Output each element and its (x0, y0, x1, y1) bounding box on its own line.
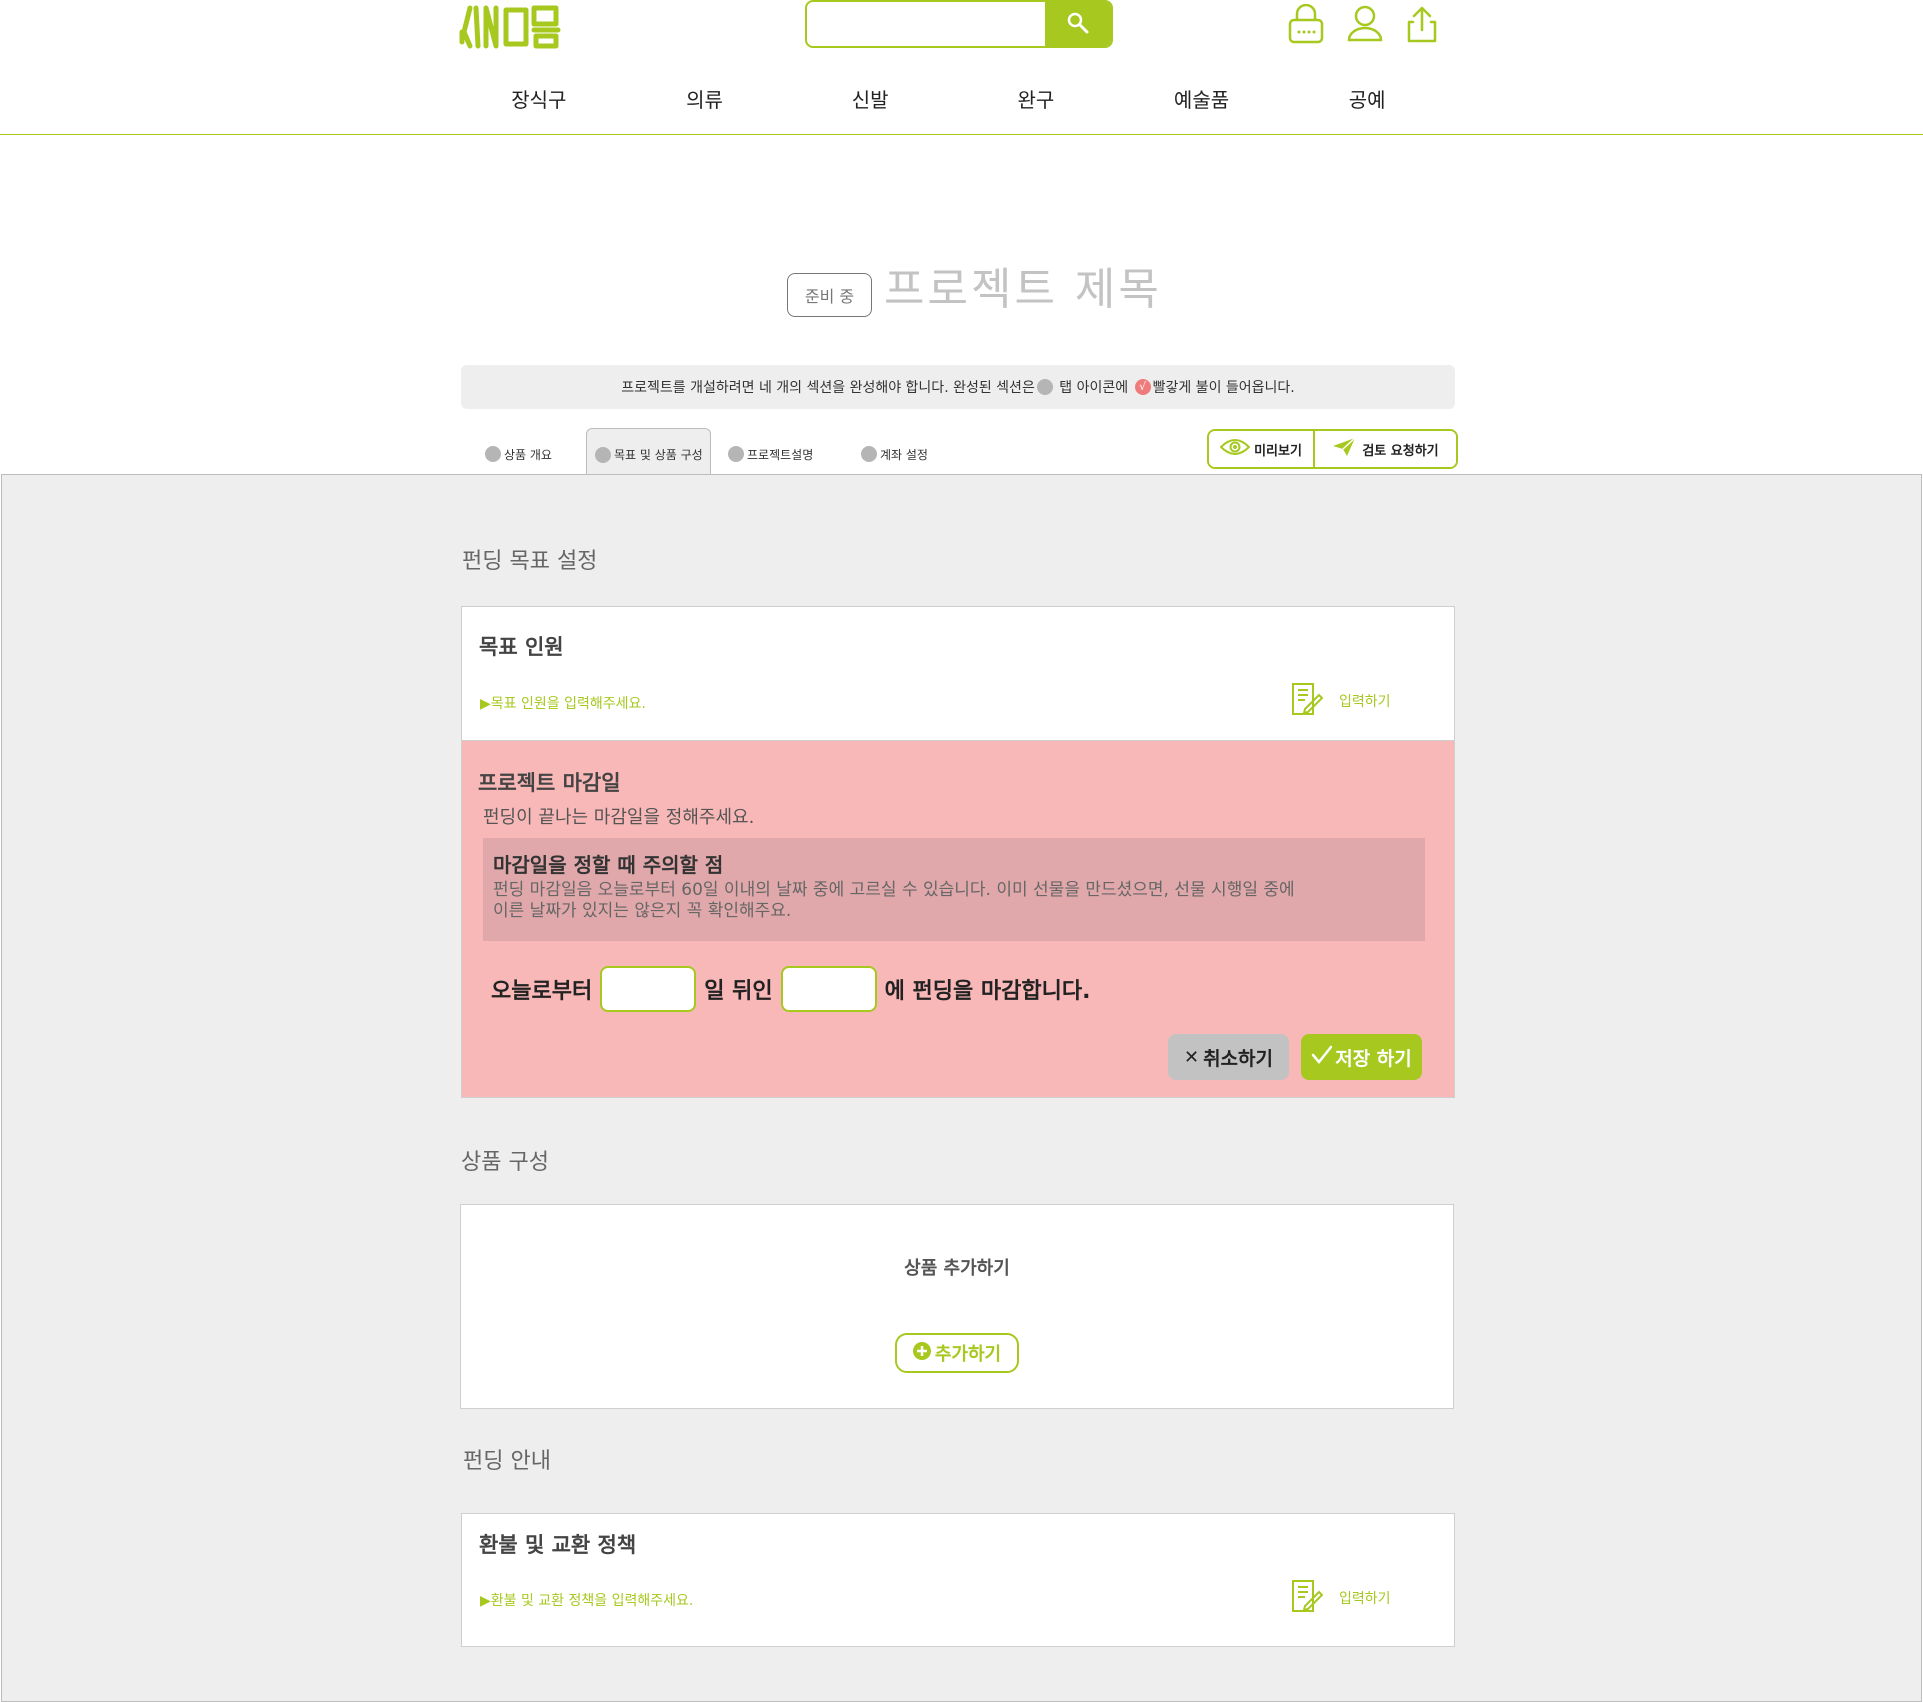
tab-label: 목표 및 상품 구성 (614, 448, 703, 462)
nav-item-shoes[interactable]: 신발 (787, 86, 953, 118)
preview-label: 미리보기 (1254, 443, 1302, 459)
nav-item-crafts[interactable]: 공예 (1284, 86, 1450, 118)
tab-goal-and-products[interactable]: 목표 및 상품 구성 (586, 428, 711, 474)
section-title-funding-info: 펀딩 안내 (463, 1449, 551, 1474)
deadline-date-input[interactable] (780, 966, 877, 1012)
target-card: 목표 인원 ▶목표 인원을 입력해주세요. 입력하기 (461, 606, 1455, 741)
deadline-title: 프로젝트 마감일 (478, 771, 621, 795)
caution-line-2: 이른 날짜가 있지는 않은지 꼭 확인해주요. (493, 901, 792, 921)
nav-item-clothing[interactable]: 의류 (622, 86, 788, 118)
share-icon[interactable] (1400, 2, 1444, 46)
request-review-button[interactable]: 검토 요청하기 (1315, 431, 1456, 467)
caution-box: 마감일을 정할 때 주의할 점 펀딩 마감일음 오늘로부터 60일 이내의 날짜… (483, 838, 1425, 941)
cancel-button[interactable]: ✕ 취소하기 (1168, 1034, 1289, 1080)
tab-status-dot-icon (728, 446, 744, 462)
site-logo[interactable] (456, 2, 566, 50)
header-actions: 미리보기 검토 요청하기 (1207, 429, 1458, 469)
sentence-mid: 일 뒤인 (704, 979, 773, 1004)
close-icon: ✕ (1183, 1046, 1200, 1068)
notice-text-3: 빨갛게 불이 들어옵니다. (1152, 380, 1295, 396)
nav-item-art[interactable]: 예술품 (1119, 86, 1285, 118)
caution-line-1: 펀딩 마감일음 오늘로부터 60일 이내의 날짜 중에 고르실 수 있습니다. … (493, 880, 1295, 900)
logo-mark (459, 5, 561, 49)
search-button[interactable] (1045, 2, 1111, 46)
save-button[interactable]: 저장 하기 (1301, 1034, 1422, 1080)
product-add-card: 상품 추가하기 추가하기 (460, 1204, 1454, 1409)
refund-edit-link[interactable]: 입력하기 (1289, 1578, 1391, 1618)
tab-label: 프로젝트설명 (747, 447, 814, 462)
target-edit-link[interactable]: 입력하기 (1289, 681, 1391, 721)
search-input[interactable] (807, 2, 1045, 46)
send-icon (1332, 437, 1356, 461)
deadline-sentence: 오늘로부터 일 뒤인 에 펀딩을 마감합니다. (491, 966, 1090, 1012)
notice-bar: 프로젝트를 개설하려면 네 개의 섹션을 완성해야 합니다. 완성된 섹션은 탭… (461, 365, 1455, 409)
status-badge: 준비 중 (787, 273, 872, 317)
deadline-desc: 펀딩이 끝나는 마감일을 정해주세요. (483, 807, 755, 828)
add-product-label: 추가하기 (934, 1344, 1002, 1365)
notice-text-1: 프로젝트를 개설하려면 네 개의 섹션을 완성해야 합니다. 완성된 섹션은 (621, 380, 1035, 396)
tab-product-overview[interactable]: 상품 개요 (477, 428, 558, 474)
target-hint: ▶목표 인원을 입력해주세요. (480, 696, 646, 712)
tab-label: 계좌 설정 (880, 447, 928, 462)
tab-label: 상품 개요 (504, 447, 552, 462)
tab-project-description[interactable]: 프로젝트설명 (720, 428, 819, 474)
save-label: 저장 하기 (1335, 1047, 1412, 1070)
check-icon (1311, 1045, 1333, 1070)
check-dot-icon: √ (1134, 379, 1151, 395)
preview-button[interactable]: 미리보기 (1209, 431, 1315, 467)
search-icon (1066, 11, 1090, 38)
category-nav: 장식구 의류 신발 완구 예술품 공예 (456, 86, 1450, 118)
eye-icon (1219, 438, 1251, 460)
section-title-funding-goal: 펀딩 목표 설정 (462, 549, 598, 574)
refund-edit-label: 입력하기 (1339, 1591, 1391, 1607)
header-divider (0, 134, 1923, 135)
nav-item-accessories[interactable]: 장식구 (456, 86, 622, 118)
edit-document-icon (1289, 681, 1324, 721)
notice-text-2: 탭 아이콘에 (1054, 380, 1133, 396)
refund-card: 환불 및 교환 정책 ▶환불 및 교환 정책을 입력해주세요. 입력하기 (461, 1513, 1455, 1647)
lock-icon[interactable] (1284, 2, 1328, 46)
days-input[interactable] (600, 966, 697, 1012)
sentence-start: 오늘로부터 (491, 979, 593, 1004)
section-title-product-config: 상품 구성 (461, 1150, 549, 1175)
caution-text: 펀딩 마감일음 오늘로부터 60일 이내의 날짜 중에 고르실 수 있습니다. … (493, 880, 1423, 922)
page-title: 프로젝트 제목 (884, 264, 1162, 315)
user-icon[interactable] (1343, 2, 1387, 46)
refund-title: 환불 및 교환 정책 (479, 1533, 637, 1557)
caution-title: 마감일을 정할 때 주의할 점 (493, 853, 724, 877)
plus-circle-icon (912, 1341, 931, 1365)
request-review-label: 검토 요청하기 (1362, 443, 1439, 459)
gray-dot-icon (1036, 379, 1053, 395)
refund-hint: ▶환불 및 교환 정책을 입력해주세요. (480, 1593, 694, 1609)
target-title: 목표 인원 (479, 635, 564, 659)
sentence-end: 에 펀딩을 마감합니다. (884, 979, 1091, 1004)
tab-account-settings[interactable]: 계좌 설정 (853, 428, 934, 474)
nav-item-toys[interactable]: 완구 (953, 86, 1119, 118)
edit-document-icon (1289, 1578, 1324, 1618)
search-bar (805, 0, 1113, 48)
cancel-label: 취소하기 (1203, 1047, 1273, 1070)
tab-status-dot-icon (861, 446, 877, 462)
add-product-button[interactable]: 추가하기 (895, 1333, 1019, 1373)
tab-status-dot-icon (485, 446, 501, 462)
deadline-card: 프로젝트 마감일 펀딩이 끝나는 마감일을 정해주세요. 마감일을 정할 때 주… (461, 740, 1455, 1098)
target-edit-label: 입력하기 (1339, 694, 1391, 710)
tab-status-dot-icon (595, 446, 611, 463)
product-add-title: 상품 추가하기 (904, 1258, 1010, 1279)
